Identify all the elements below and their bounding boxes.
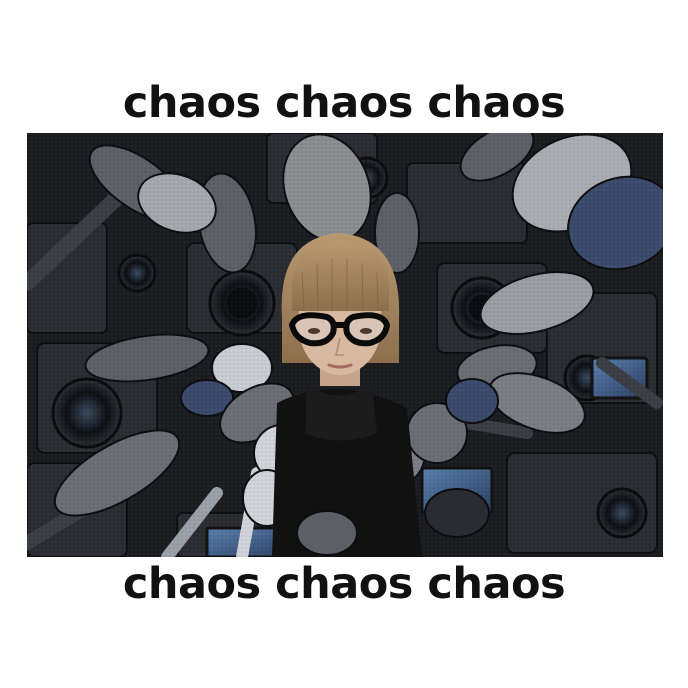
- meme-bottom-caption: chaos chaos chaos: [122, 559, 566, 609]
- meme-photo: [27, 133, 663, 557]
- meme-top-caption: chaos chaos chaos: [122, 78, 566, 128]
- press-scene-illustration: [27, 133, 663, 557]
